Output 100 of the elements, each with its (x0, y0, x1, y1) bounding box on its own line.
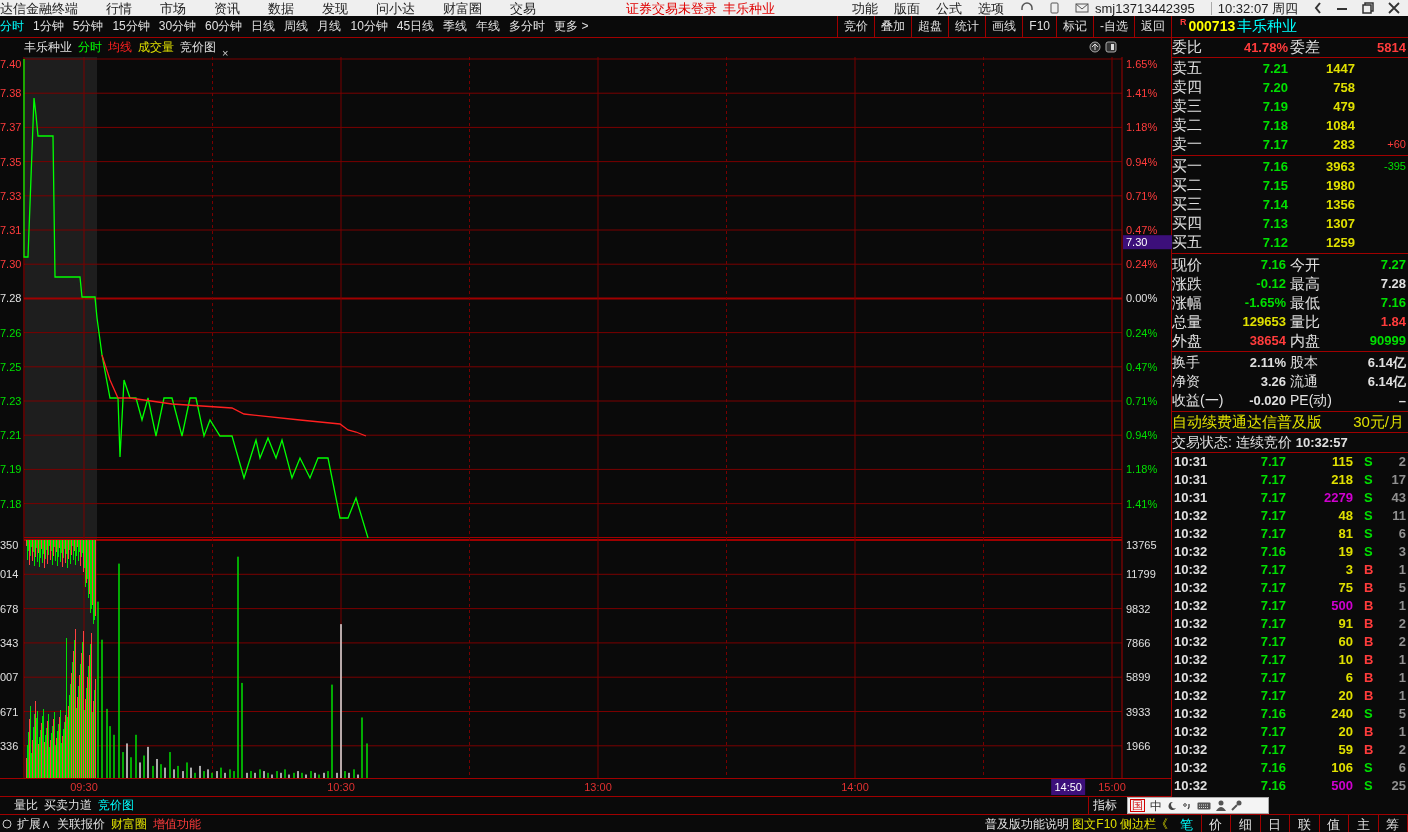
toolbar-button[interactable]: -自选 (1093, 16, 1134, 37)
toolbar-button[interactable]: 画线 (985, 16, 1023, 37)
menu-item[interactable]: 交易 (510, 1, 536, 15)
field-value: 90999 (1368, 332, 1407, 350)
detail-tab[interactable]: 笔 (1172, 815, 1202, 832)
period-tab[interactable]: 10分钟 (350, 17, 388, 36)
indicator-button[interactable]: 指标 (1088, 796, 1121, 814)
menu-icon[interactable] (2, 818, 12, 829)
back-icon[interactable] (1314, 2, 1322, 14)
menu-item[interactable]: 财富圈 (443, 1, 482, 15)
period-tab[interactable]: 45日线 (396, 17, 435, 36)
menu-item[interactable]: 选项 (978, 1, 1005, 15)
detail-tab[interactable]: 细 (1231, 815, 1261, 832)
menu-item[interactable]: 市场 (160, 1, 186, 15)
footer-link[interactable]: 侧边栏《 (1120, 814, 1168, 832)
footer-link[interactable]: 增值功能 (152, 814, 202, 832)
detail-tab[interactable]: 联 (1290, 815, 1320, 832)
menu-item[interactable]: 问小达 (376, 1, 415, 15)
percent-axis-label: 0.24% (1126, 258, 1158, 271)
trade-price: 7.16 (1259, 777, 1286, 796)
indicator-tab[interactable]: 量比 (14, 796, 38, 814)
percent-axis-label: 1.41% (1126, 87, 1158, 100)
login-notice[interactable]: 证券交易未登录 (626, 1, 717, 15)
period-tab[interactable]: 30分钟 (158, 17, 197, 36)
detail-tab[interactable]: 价 (1201, 815, 1231, 832)
panel-icon[interactable] (1105, 41, 1117, 54)
footer-link[interactable]: 图文F10 (1072, 814, 1117, 832)
trade-side: B (1364, 633, 1374, 652)
detail-tab[interactable]: 主 (1349, 815, 1379, 832)
trade-count: 2 (1398, 633, 1407, 652)
toolbar-button[interactable]: F10 (1022, 16, 1056, 37)
toolbar-button[interactable]: 竞价 (837, 16, 875, 37)
keyboard-icon[interactable] (1197, 800, 1211, 811)
field-value: 7.16 (1379, 294, 1407, 312)
trade-volume: 500 (1330, 597, 1353, 616)
phone-icon[interactable] (1050, 2, 1060, 14)
footer-link[interactable]: 关联报价 (56, 814, 106, 832)
detail-tab[interactable]: 值 (1319, 815, 1349, 832)
toolbar-button[interactable]: 超盘 (911, 16, 949, 37)
trade-side: S (1364, 705, 1373, 724)
period-tab[interactable]: 更多 > (554, 17, 589, 36)
trade-price: 7.17 (1259, 687, 1286, 706)
mail-icon[interactable] (1075, 3, 1090, 13)
close-icon[interactable] (1388, 2, 1400, 14)
indicator-tab[interactable]: 竞价图 (98, 796, 134, 814)
period-tab[interactable]: 分时 (0, 17, 24, 36)
trade-volume: 75 (1337, 579, 1353, 598)
price-axis-label: 7.37 (0, 121, 22, 134)
maximize-icon[interactable] (1362, 2, 1374, 14)
zoom-icon[interactable] (1089, 41, 1101, 54)
toolbar-button[interactable]: 返回 (1134, 16, 1171, 37)
period-tab[interactable]: 60分钟 (205, 17, 243, 36)
period-tab[interactable]: 月线 (317, 17, 342, 36)
menu-item[interactable]: 发现 (322, 1, 348, 15)
indicator-tab[interactable]: 买卖力道 (44, 796, 92, 814)
volume-axis-label: 3933 (1126, 705, 1151, 718)
field-value: 3.26 (1259, 373, 1287, 391)
price-axis-label: 7.18 (0, 497, 22, 510)
period-tab[interactable]: 季线 (443, 17, 468, 36)
toolbar-button[interactable]: 统计 (948, 16, 986, 37)
promo-text[interactable]: 自动续费通达信普及版 (1172, 410, 1322, 434)
ime-mode[interactable]: 中 (1150, 799, 1162, 812)
field-label: 最低 (1289, 293, 1321, 312)
period-tab[interactable]: 周线 (284, 17, 309, 36)
account-name[interactable]: smj13713442395 (1095, 1, 1195, 15)
promo-price[interactable]: 30元/月 (1353, 410, 1408, 434)
detail-tab[interactable]: 日 (1260, 815, 1290, 832)
footer-link[interactable]: 扩展∧ (16, 814, 52, 832)
menu-item[interactable]: 资讯 (214, 1, 240, 15)
period-tab[interactable]: 多分时 (509, 17, 546, 36)
trade-volume: 106 (1330, 759, 1353, 778)
ime-logo[interactable]: 国 (1130, 799, 1145, 812)
menu-item[interactable]: 数据 (268, 1, 294, 15)
menu-item[interactable]: 公式 (936, 1, 963, 15)
detail-tab[interactable]: 筹 (1378, 815, 1408, 832)
period-tab[interactable]: 15分钟 (112, 17, 150, 36)
period-tab[interactable]: 1分钟 (33, 17, 64, 36)
order-price: 7.14 (1261, 195, 1288, 214)
menu-item[interactable]: 功能 (852, 1, 879, 15)
field-value: 6.14亿 (1366, 354, 1407, 372)
period-tab[interactable]: 日线 (251, 17, 276, 36)
period-tab[interactable]: 年线 (476, 17, 501, 36)
field-label: 卖二 (1172, 115, 1203, 136)
trade-side: B (1364, 741, 1374, 760)
auction-axis-label: 336 (0, 740, 19, 753)
close-mark[interactable]: × (222, 47, 229, 59)
punctuation-icon[interactable] (1182, 800, 1192, 811)
toolbar-button[interactable]: 标记 (1056, 16, 1093, 37)
person-icon[interactable] (1216, 800, 1226, 811)
menu-item[interactable]: 行情 (106, 1, 132, 15)
footer-link[interactable]: 财富圈 (110, 814, 148, 832)
toolbar-button[interactable]: 叠加 (874, 16, 912, 37)
price-axis-label: 7.30 (0, 258, 22, 271)
trade-volume: 81 (1337, 525, 1353, 544)
moon-icon[interactable] (1167, 800, 1177, 811)
wrench-icon[interactable] (1231, 800, 1242, 811)
menu-item[interactable]: 版面 (894, 1, 921, 15)
period-tab[interactable]: 5分钟 (72, 17, 104, 36)
footer-link[interactable]: 普及版功能说明 (985, 814, 1070, 832)
field-label: 买四 (1172, 213, 1203, 234)
